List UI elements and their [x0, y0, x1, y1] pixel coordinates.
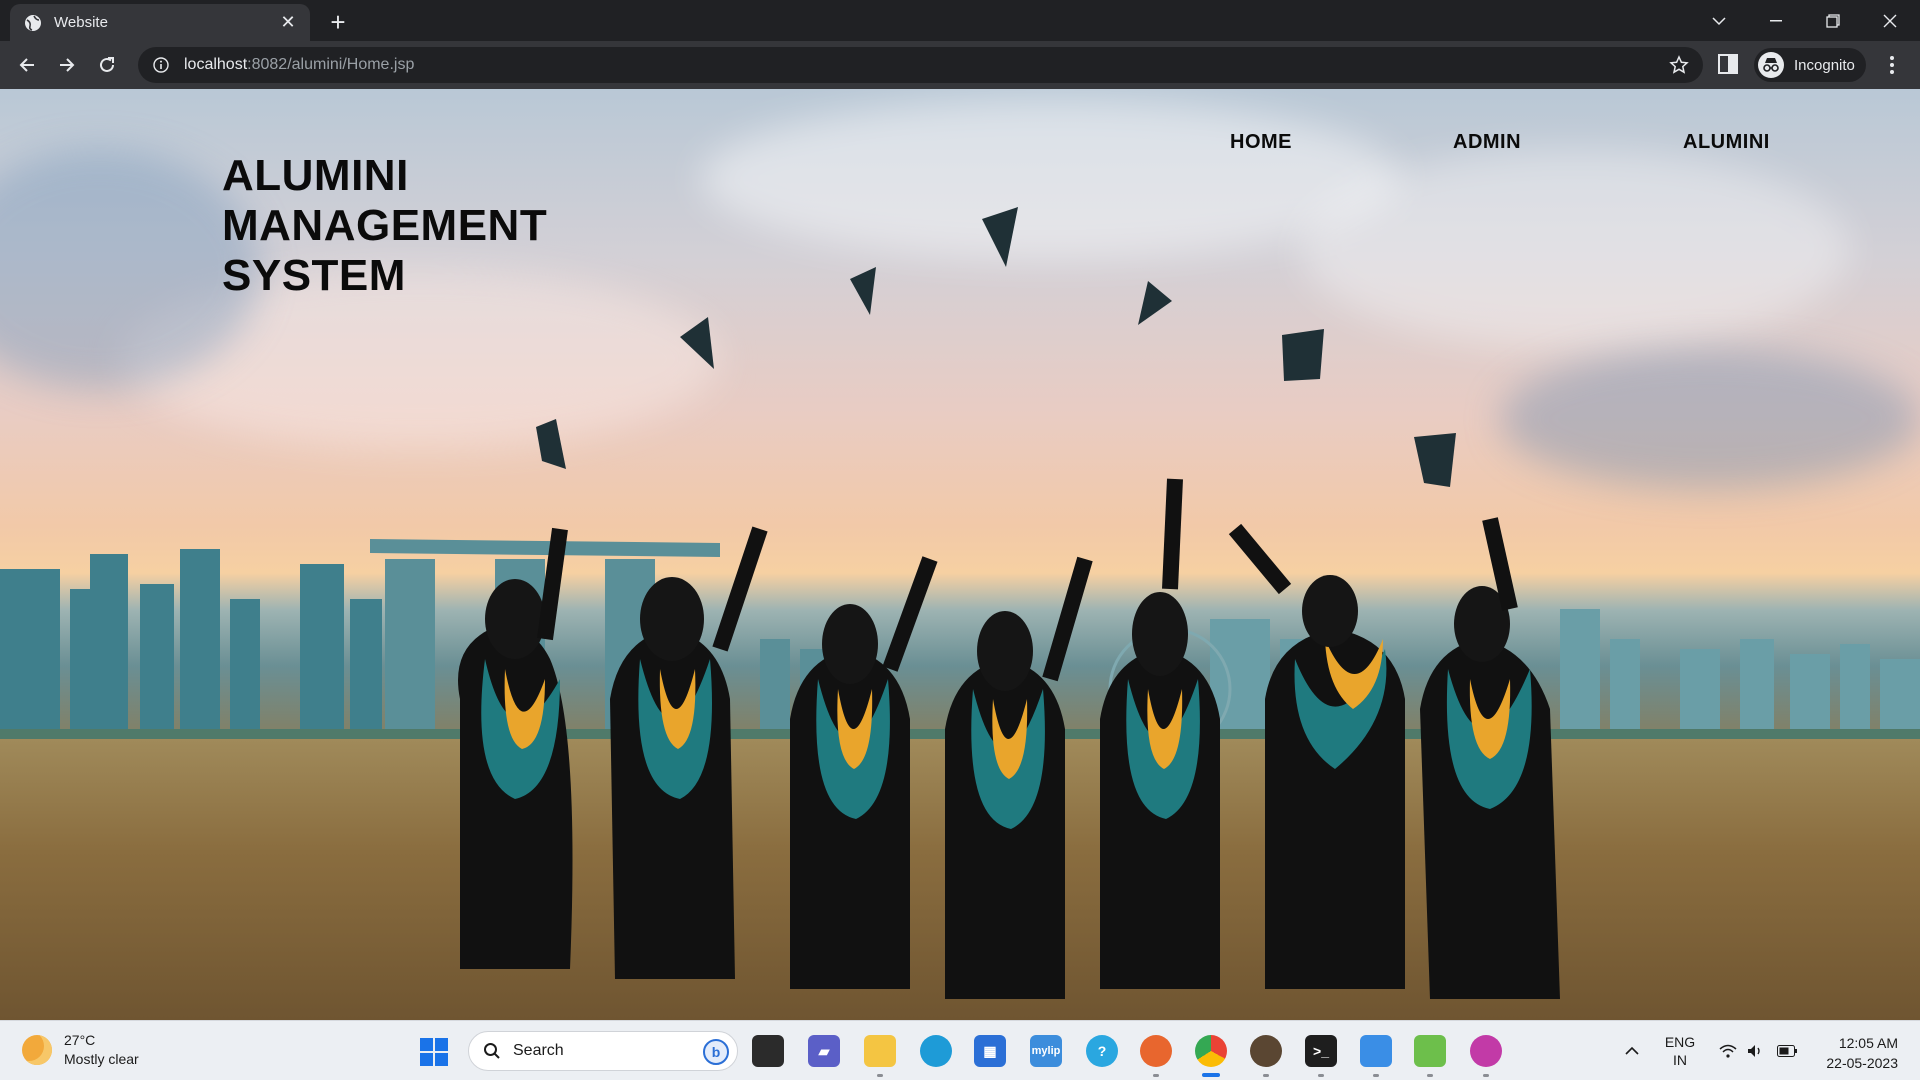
terminal-icon[interactable]: >_	[1305, 1035, 1337, 1067]
nav-alumini-link[interactable]: ALUMINI	[1683, 131, 1770, 154]
app-badge-icon[interactable]	[1250, 1035, 1282, 1067]
nav-home-link[interactable]: HOME	[1230, 131, 1292, 154]
file-explorer-icon[interactable]	[864, 1035, 896, 1067]
tab-title: Website	[54, 14, 108, 31]
close-icon[interactable]: ✕	[278, 12, 298, 33]
mylip-icon[interactable]: mylip	[1030, 1035, 1062, 1067]
side-panel-icon[interactable]	[1718, 53, 1740, 77]
site-title: ALUMINI MANAGEMENT SYSTEM	[222, 151, 602, 301]
edge-icon[interactable]	[920, 1035, 952, 1067]
info-icon[interactable]	[152, 56, 170, 74]
teams-chat-icon[interactable]: ▰	[808, 1035, 840, 1067]
browser-toolbar: localhost:8082/alumini/Home.jsp Incognit…	[0, 41, 1920, 89]
language-top: ENG	[1664, 1034, 1696, 1050]
address-bar[interactable]: localhost:8082/alumini/Home.jsp	[138, 47, 1703, 83]
paint-icon[interactable]	[1414, 1035, 1446, 1067]
nav-admin-link[interactable]: ADMIN	[1453, 131, 1521, 154]
tab-website[interactable]: Website ✕	[10, 4, 310, 41]
site-title-line: MANAGEMENT	[222, 201, 548, 250]
url-text: localhost:8082/alumini/Home.jsp	[184, 56, 414, 74]
plus-icon[interactable]: +	[324, 9, 352, 37]
site-title-line: SYSTEM	[222, 251, 406, 300]
taskbar-search[interactable]: Search b	[468, 1031, 738, 1071]
wifi-icon[interactable]	[1716, 1021, 1740, 1080]
site-title-line: ALUMINI	[222, 151, 409, 200]
tab-search-icon[interactable]	[1691, 0, 1747, 41]
clock-time: 12:05 AM	[1838, 1035, 1898, 1051]
more-icon[interactable]	[1880, 53, 1904, 77]
url-host: localhost	[184, 56, 248, 73]
taskbar: 27°C Mostly clear Search b ▰ ▦ mylip ? >…	[0, 1020, 1920, 1080]
battery-icon[interactable]	[1774, 1021, 1800, 1080]
media-app-icon[interactable]	[1470, 1035, 1502, 1067]
windows-start-icon[interactable]	[420, 1038, 448, 1066]
moon-icon	[22, 1035, 52, 1065]
chevron-up-icon[interactable]	[1620, 1021, 1644, 1080]
restore-icon[interactable]	[1805, 0, 1861, 41]
weather-widget[interactable]: 27°C Mostly clear	[22, 1031, 139, 1069]
minimize-icon[interactable]	[1748, 0, 1804, 41]
url-path: :8082/alumini/Home.jsp	[247, 56, 415, 73]
language-indicator[interactable]: ENG IN	[1660, 1021, 1700, 1080]
task-view-icon[interactable]	[752, 1035, 784, 1067]
store-icon[interactable]: ▦	[974, 1035, 1006, 1067]
weather-temp: 27°C	[64, 1032, 96, 1048]
chrome-icon[interactable]	[1195, 1035, 1227, 1067]
hero-section: ALUMINI MANAGEMENT SYSTEM HOME ADMIN ALU…	[0, 89, 1920, 1020]
clock-date: 22-05-2023	[1826, 1055, 1898, 1071]
forward-icon[interactable]	[53, 51, 81, 79]
reload-icon[interactable]	[93, 51, 121, 79]
firefox-icon[interactable]	[1140, 1035, 1172, 1067]
search-label: Search	[513, 1042, 564, 1059]
volume-icon[interactable]	[1744, 1021, 1768, 1080]
help-icon[interactable]: ?	[1086, 1035, 1118, 1067]
profile-label: Incognito	[1794, 56, 1855, 74]
bing-icon[interactable]: b	[703, 1039, 729, 1065]
incognito-profile-button[interactable]: Incognito	[1754, 48, 1866, 82]
tab-strip: Website ✕ +	[0, 0, 1920, 41]
globe-icon	[24, 14, 42, 32]
weather-desc: Mostly clear	[64, 1051, 139, 1067]
star-icon[interactable]	[1669, 55, 1689, 75]
incognito-icon	[1758, 52, 1784, 78]
window-close-icon[interactable]	[1862, 0, 1918, 41]
photos-icon[interactable]	[1360, 1035, 1392, 1067]
search-icon	[484, 1043, 500, 1059]
language-bottom: IN	[1673, 1052, 1687, 1068]
system-clock[interactable]: 12:05 AM 22-05-2023	[1812, 1033, 1898, 1073]
back-icon[interactable]	[13, 51, 41, 79]
